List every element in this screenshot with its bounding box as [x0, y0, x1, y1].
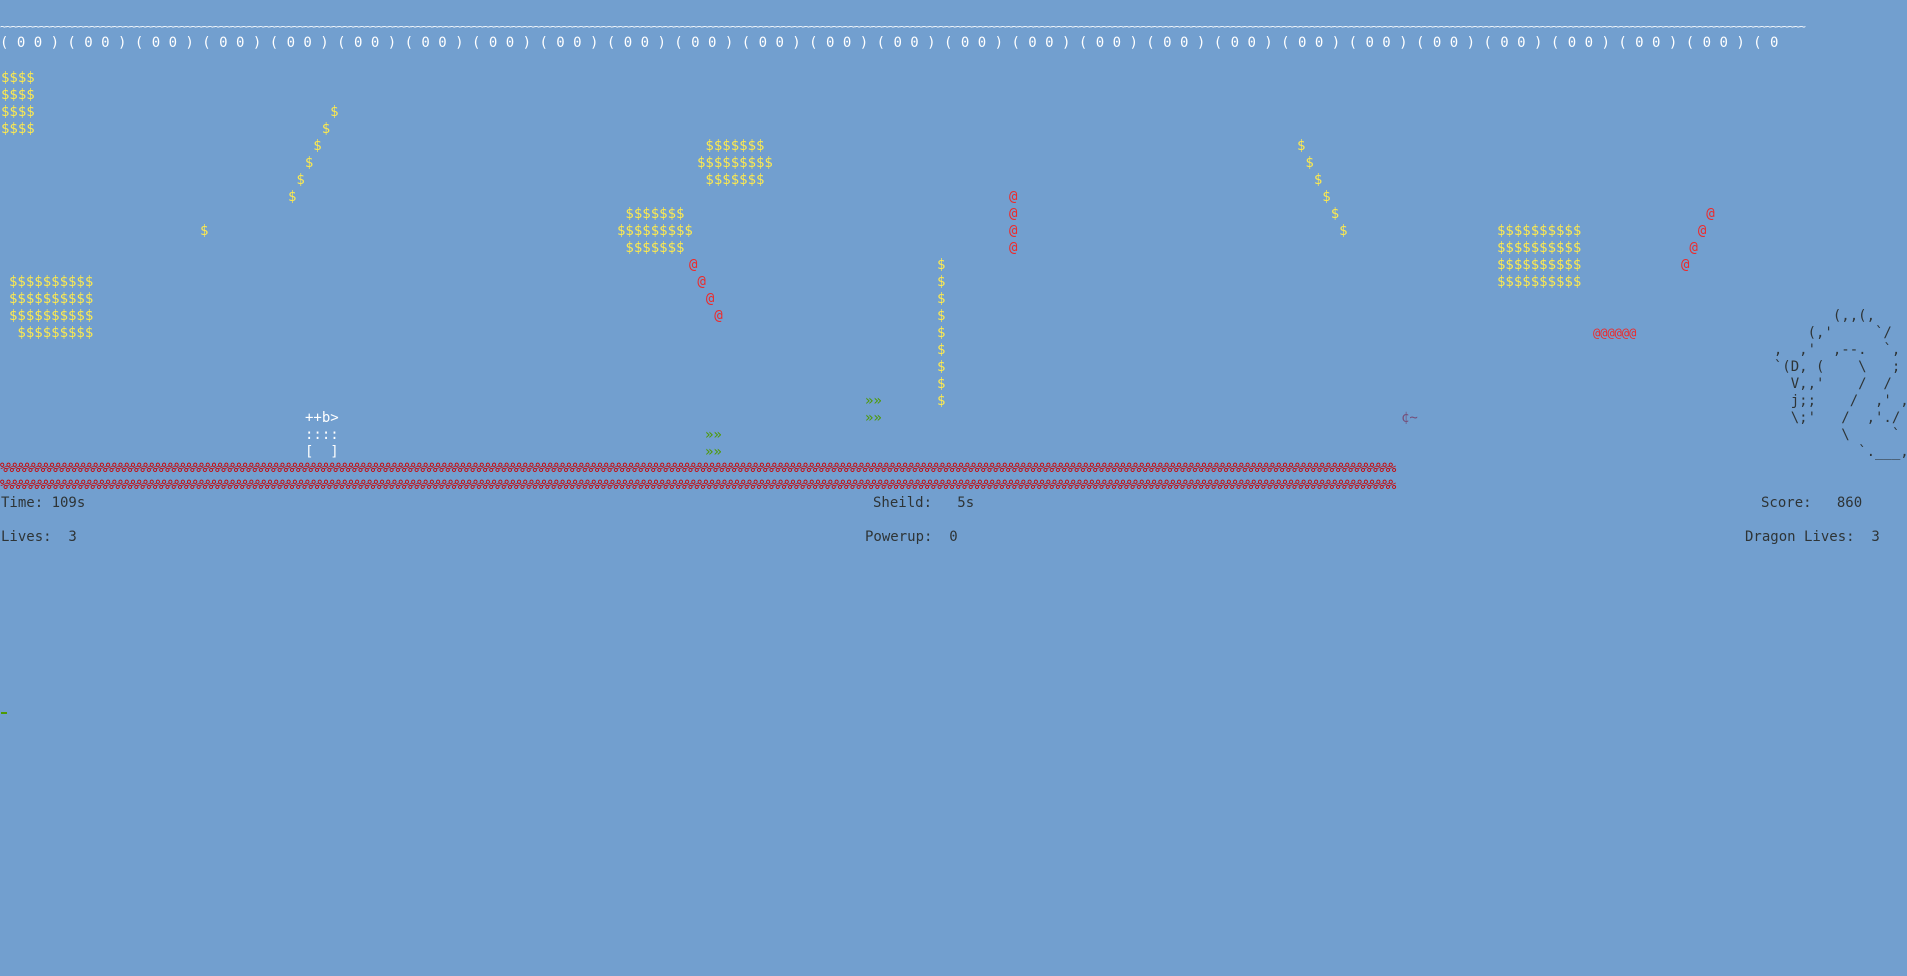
coin-column: $ $ $ $ $ $ $ $ $ — [937, 257, 946, 409]
dragon-boss: (,,(, (,' `/ , ,' ,--. `, `(D, ( \ ; V,,… — [1773, 308, 1907, 460]
obstacle-row-a: @@@@@@ — [1593, 326, 1637, 340]
boost-powerup-1: »» »» — [865, 393, 882, 426]
boost-powerup-2: »» »» — [705, 427, 722, 460]
hud-dragon-lives: Dragon Lives: 3 — [1745, 529, 1880, 545]
coin-cluster-mid: $$$$$$$ $$$$$$$$$ $$$$$$$ — [617, 206, 693, 256]
ceiling-wave-line: ~~~~~~~~~~~~~~~~~~~~~~~~~~~~~~~~~~~~~~~~… — [0, 20, 1806, 33]
coin-block-top-left: $$$$ $$$$ $$$$ $$$$ — [1, 70, 35, 137]
ceiling-clouds: ( 0 0 ) ( 0 0 ) ( 0 0 ) ( 0 0 ) ( 0 0 ) … — [0, 35, 1779, 51]
coin-diagonal-2: $ $ $ $ $ $ — [1297, 138, 1348, 239]
floor-row-1: %%%%%%%%%%%%%%%%%%%%%%%%%%%%%%%%%%%%%%%%… — [0, 461, 1396, 476]
coin-cluster-mid-top: $$$$$$$ $$$$$$$$$ $$$$$$$ — [697, 138, 773, 188]
coin-diagonal-1: $ $ $ $ $ $ — [288, 104, 339, 205]
hud-time: Time: 109s — [1, 495, 86, 511]
coin-block-left: $$$$$$$$$$ $$$$$$$$$$ $$$$$$$$$$ $$$$$$$… — [9, 274, 94, 341]
dragon-fireball: ¢~ — [1401, 410, 1418, 426]
obstacle-diagonal-b: @ @ @ @ — [1681, 206, 1715, 273]
hud-lives: Lives: 3 — [1, 529, 77, 545]
obstacle-column-a: @ @ @ @ — [1009, 189, 1018, 256]
hud-shield: Sheild: 5s — [873, 495, 975, 511]
terminal-cursor — [1, 712, 7, 714]
hud-score: Score: 860 — [1761, 495, 1863, 511]
coin-block-right: $$$$$$$$$$ $$$$$$$$$$ $$$$$$$$$$ $$$$$$$… — [1497, 223, 1582, 290]
hud-powerup: Powerup: 0 — [865, 529, 958, 545]
obstacle-diagonal-a: @ @ @ @ — [689, 257, 723, 324]
player-character: ++b> :::: [ ] — [305, 410, 339, 460]
floor-row-2: %%%%%%%%%%%%%%%%%%%%%%%%%%%%%%%%%%%%%%%%… — [0, 478, 1396, 493]
coin-single: $ — [200, 223, 209, 239]
